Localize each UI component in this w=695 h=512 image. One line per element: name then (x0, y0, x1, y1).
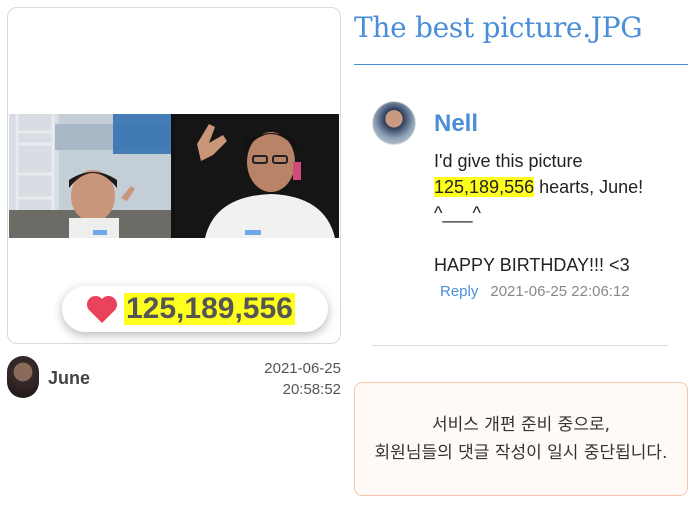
reply-button[interactable]: Reply (440, 283, 478, 300)
man-with-headset-illustration (175, 114, 339, 238)
post-time: 20:58:52 (282, 381, 341, 398)
post-photo[interactable] (9, 114, 339, 238)
post-timestamp: 2021-06-25 20:58:52 (264, 358, 341, 400)
comment-disabled-notice: 서비스 개편 준비 중으로, 회원님들의 댓글 작성이 일시 중단됩니다. (354, 382, 688, 496)
comment-body: I'd give this picture 125,189,556 hearts… (434, 148, 684, 278)
page-title: The best picture.JPG (354, 11, 643, 44)
divider (372, 345, 668, 346)
bunk-bed-child-illustration (9, 114, 171, 238)
title-divider (354, 64, 688, 65)
post-author-name[interactable]: June (48, 368, 90, 389)
photo-left-pane (9, 114, 171, 238)
photo-right-pane (175, 114, 339, 238)
comment-author-name[interactable]: Nell (434, 110, 478, 138)
post-card: 125,189,556 (7, 7, 341, 344)
avatar[interactable] (372, 101, 416, 145)
avatar[interactable] (7, 356, 39, 398)
comment-meta: Reply 2021-06-25 22:06:12 (440, 283, 630, 300)
heart-icon (86, 295, 118, 323)
like-count: 125,189,556 (124, 292, 295, 325)
like-counter[interactable]: 125,189,556 (62, 286, 328, 332)
post-author-row: June 2021-06-25 20:58:52 (7, 354, 341, 400)
post-date: 2021-06-25 (264, 360, 341, 377)
comment-timestamp: 2021-06-25 22:06:12 (490, 283, 630, 300)
comment-text-start: I'd give this picture (434, 151, 583, 171)
comment-highlight: 125,189,556 (434, 177, 535, 197)
